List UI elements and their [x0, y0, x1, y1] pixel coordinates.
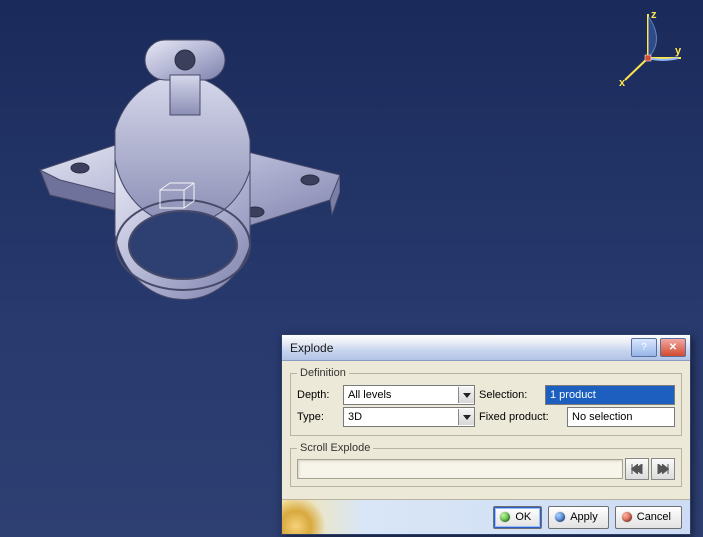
definition-legend: Definition [297, 367, 349, 379]
close-button[interactable]: ✕ [660, 338, 686, 357]
depth-value: All levels [344, 389, 458, 401]
viewport-3d[interactable]: z y x Explode ? ✕ Definition Depth: All … [0, 0, 703, 537]
type-label: Type: [297, 411, 339, 423]
dialog-title: Explode [290, 341, 628, 355]
scroll-first-button[interactable] [625, 458, 649, 480]
type-combo[interactable]: 3D [343, 407, 475, 427]
type-value: 3D [344, 411, 458, 423]
selection-value: 1 product [550, 389, 596, 401]
definition-group: Definition Depth: All levels Selection: … [290, 367, 682, 436]
axis-z-label: z [651, 9, 657, 21]
explode-dialog: Explode ? ✕ Definition Depth: All levels… [281, 334, 691, 535]
globe-decoration [282, 500, 338, 534]
apply-dot-icon [555, 512, 565, 522]
fixed-product-value: No selection [572, 411, 633, 423]
assembly-model[interactable] [20, 20, 340, 310]
selection-field[interactable]: 1 product [545, 385, 675, 405]
dialog-footer: OK Apply Cancel [282, 499, 690, 534]
scroll-explode-group: Scroll Explode [290, 442, 682, 487]
ok-label: OK [515, 511, 531, 523]
scroll-last-button[interactable] [651, 458, 675, 480]
apply-label: Apply [570, 511, 598, 523]
scroll-explode-slider[interactable] [297, 459, 623, 479]
chevron-down-icon[interactable] [458, 409, 474, 425]
fixed-product-field[interactable]: No selection [567, 407, 675, 427]
help-button[interactable]: ? [631, 338, 657, 357]
ok-button[interactable]: OK [493, 506, 542, 529]
axis-compass[interactable]: z y x [613, 8, 683, 88]
cancel-label: Cancel [637, 511, 671, 523]
scroll-explode-legend: Scroll Explode [297, 442, 373, 454]
selection-label: Selection: [479, 389, 541, 401]
fixed-product-label: Fixed product: [479, 411, 563, 423]
apply-button[interactable]: Apply [548, 506, 609, 529]
depth-combo[interactable]: All levels [343, 385, 475, 405]
axis-y-label: y [675, 45, 682, 57]
dialog-titlebar[interactable]: Explode ? ✕ [282, 335, 690, 361]
depth-label: Depth: [297, 389, 339, 401]
axis-x-label: x [619, 77, 626, 88]
chevron-down-icon[interactable] [458, 387, 474, 403]
cancel-dot-icon [622, 512, 632, 522]
ok-dot-icon [500, 512, 510, 522]
cancel-button[interactable]: Cancel [615, 506, 682, 529]
